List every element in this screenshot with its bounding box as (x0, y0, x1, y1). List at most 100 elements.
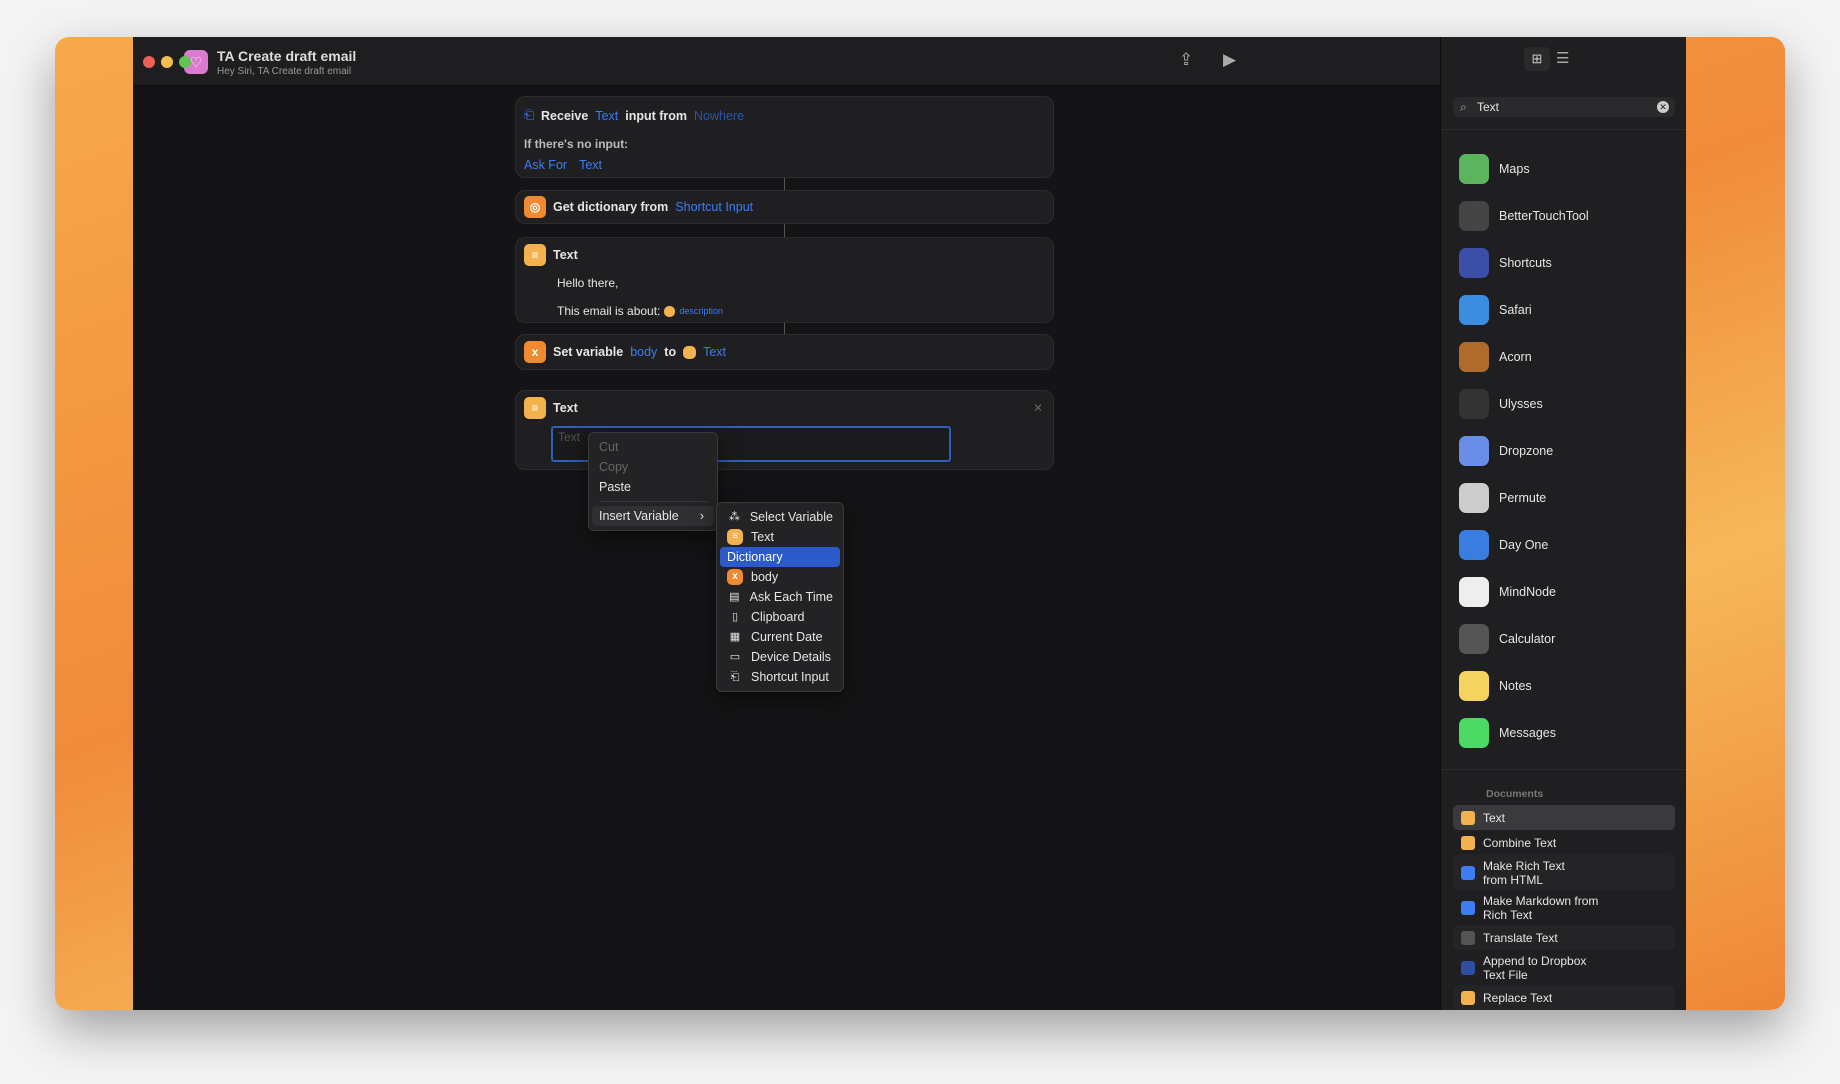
clipboard-icon: ▯ (731, 611, 739, 623)
shortcut-input-token[interactable]: Shortcut Input (675, 200, 753, 214)
input-type-token[interactable]: Text (595, 109, 618, 123)
monitor-icon: ▭ (729, 651, 741, 663)
action-text[interactable]: ≡ Text Hello there, This email is about: d… (515, 237, 1054, 323)
menu-item-insert-variable[interactable]: Insert Variable › (592, 506, 714, 526)
app-icon (1459, 624, 1489, 654)
zoom-window-button[interactable] (179, 56, 191, 68)
app-icon (1459, 201, 1489, 231)
submenu-item[interactable]: ⁂ Select Variable (717, 507, 843, 527)
app-icon (1459, 295, 1489, 325)
sidebar-action-item[interactable]: Replace Text (1453, 985, 1675, 1010)
insert-variable-submenu: ⁂ Select Variable ≡ Text Dictionary x body ▤ Ask… (716, 502, 844, 692)
submenu-item[interactable]: ⎗ Shortcut Input (717, 667, 843, 687)
app-label: Day One (1499, 538, 1549, 552)
clear-search-icon[interactable]: ✕ (1657, 101, 1669, 113)
sidebar-app-calculator[interactable]: Calculator (1459, 624, 1555, 654)
sidebar-action-item[interactable]: Translate Text (1453, 925, 1675, 950)
app-icon (1459, 154, 1489, 184)
minimize-window-button[interactable] (161, 56, 173, 68)
sidebar-app-notes[interactable]: Notes (1459, 671, 1532, 701)
sidebar-app-shortcuts[interactable]: Shortcuts (1459, 248, 1552, 278)
submenu-item-label: Clipboard (751, 610, 805, 624)
submenu-item[interactable]: x body (717, 567, 843, 587)
action-library-sidebar: ⊞ ☰ ⌕ Text ✕ Maps BetterTouchTool Shortcuts S… (1440, 37, 1686, 1010)
sidebar-app-safari[interactable]: Safari (1459, 295, 1532, 325)
context-menu: Cut Copy Paste Insert Variable › (588, 432, 718, 531)
menu-item-label: Insert Variable (599, 509, 679, 523)
search-icon: ⌕ (1460, 100, 1467, 114)
sidebar-app-mindnode[interactable]: MindNode (1459, 577, 1556, 607)
close-window-button[interactable] (143, 56, 155, 68)
submenu-item[interactable]: ▭ Device Details (717, 647, 843, 667)
app-icon (1459, 389, 1489, 419)
sidebar-app-bettertouchtool[interactable]: BetterTouchTool (1459, 201, 1589, 231)
app-label: Safari (1499, 303, 1532, 317)
action-label: Text (553, 248, 578, 262)
app-label: Calculator (1499, 632, 1556, 646)
submenu-item-label: Ask Each Time (749, 590, 833, 604)
ask-for-token[interactable]: Ask For (524, 158, 567, 172)
text-line[interactable]: This email is about: (557, 304, 660, 318)
variable-name-token[interactable]: body (630, 345, 657, 359)
action-get-dictionary[interactable]: ◎ Get dictionary from Shortcut Input (515, 190, 1054, 224)
source-token[interactable]: Nowhere (694, 109, 744, 123)
action-icon (1461, 865, 1475, 880)
share-icon[interactable]: ⇪ (1179, 50, 1193, 70)
submenu-item[interactable]: ▯ Clipboard (717, 607, 843, 627)
text-icon: ≡ (727, 529, 743, 545)
settings-sliders-icon[interactable]: ☰ (1556, 49, 1569, 67)
action-icon (1461, 810, 1475, 825)
add-action-icon[interactable]: ⊞ (1524, 47, 1550, 71)
variable-icon: x (524, 341, 546, 363)
submenu-item[interactable]: ▦ Current Date (717, 627, 843, 647)
search-input[interactable]: ⌕ Text ✕ (1453, 97, 1675, 117)
sidebar-app-ulysses[interactable]: Ulysses (1459, 389, 1543, 419)
submenu-item[interactable]: ≡ Text (717, 527, 843, 547)
app-label: Permute (1499, 491, 1547, 505)
action-icon (1461, 990, 1475, 1005)
app-label: Shortcuts (1499, 256, 1552, 270)
sidebar-app-dropzone[interactable]: Dropzone (1459, 436, 1553, 466)
description-token[interactable]: description (679, 306, 723, 316)
action-label: Make Markdown from Rich Text (1483, 893, 1599, 922)
submenu-item-label: Shortcut Input (751, 670, 829, 684)
sidebar-action-item[interactable]: Text (1453, 805, 1675, 830)
section-header: Documents (1486, 788, 1544, 800)
ask-type-token[interactable]: Text (579, 158, 602, 172)
menu-item-paste[interactable]: Paste (589, 477, 717, 497)
label: input from (625, 108, 688, 123)
sidebar-app-acorn[interactable]: Acorn (1459, 342, 1532, 372)
menu-item-copy[interactable]: Copy (589, 457, 717, 477)
titlebar: ♡ TA Create draft email Hey Siri, TA Cre… (133, 37, 1440, 86)
sidebar-app-maps[interactable]: Maps (1459, 154, 1530, 184)
submenu-item-label: Dictionary (727, 550, 783, 564)
window-subtitle: Hey Siri, TA Create draft email (217, 66, 352, 77)
submenu-item[interactable]: ▤ Ask Each Time (717, 587, 843, 607)
shortcuts-window: ♡ TA Create draft email Hey Siri, TA Cre… (133, 37, 1686, 1010)
sidebar-action-item[interactable]: Combine Text (1453, 830, 1675, 855)
close-icon[interactable]: ✕ (1033, 401, 1043, 415)
text-token[interactable]: Text (703, 345, 726, 359)
sidebar-action-item[interactable]: Make Markdown from Rich Text (1453, 890, 1675, 925)
submenu-item-label: Text (751, 530, 774, 544)
submenu-item-label: Current Date (751, 630, 823, 644)
menu-item-cut[interactable]: Cut (589, 437, 717, 457)
action-label: Make Rich Text from HTML (1483, 858, 1565, 887)
sidebar-app-permute[interactable]: Permute (1459, 483, 1546, 513)
app-icon (1459, 436, 1489, 466)
sidebar-app-messages[interactable]: Messages (1459, 718, 1556, 748)
sidebar-action-item[interactable]: Make Rich Text from HTML (1453, 855, 1675, 890)
sidebar-action-item[interactable]: Append to Dropbox Text File (1453, 950, 1675, 985)
submenu-item[interactable]: Dictionary (720, 547, 840, 567)
text-line[interactable]: Hello there, (557, 276, 618, 290)
action-set-variable[interactable]: x Set variable body to Text (515, 334, 1054, 370)
action-receive-input[interactable]: ⎗ Receive Text input from Nowhere If there's… (515, 96, 1054, 178)
run-icon[interactable]: ▶ (1223, 50, 1236, 70)
text-icon (683, 345, 697, 359)
sidebar-app-day-one[interactable]: Day One (1459, 530, 1548, 560)
action-label: Combine Text (1483, 835, 1557, 850)
action-label: Text (553, 401, 578, 415)
label: to (664, 345, 677, 359)
variable-icon: x (727, 569, 743, 585)
magic-wand-icon: ⁂ (728, 511, 740, 523)
